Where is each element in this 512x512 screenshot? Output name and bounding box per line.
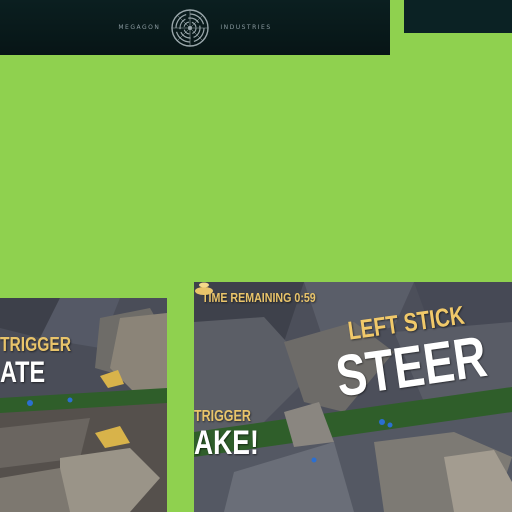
low-poly-terrain-left bbox=[0, 298, 167, 512]
game-screenshot-right: TIME REMAINING 0:59 LEFT STICK STEER TRI… bbox=[194, 282, 512, 512]
game-screenshot-left: TRIGGER ATE bbox=[0, 298, 167, 512]
megagon-industries-banner: MEGAGON INDUSTRIES bbox=[0, 0, 390, 55]
concentric-maze-logo-icon bbox=[171, 8, 210, 47]
controller-stick-icon bbox=[195, 282, 213, 295]
banner-left-word: MEGAGON bbox=[118, 24, 161, 31]
banner-side-panel bbox=[404, 0, 512, 33]
left-action-label: ATE bbox=[0, 356, 46, 389]
right-action-label: AKE! bbox=[194, 424, 259, 462]
banner-right-word: INDUSTRIES bbox=[220, 24, 272, 31]
time-remaining-label: TIME REMAINING 0:59 bbox=[202, 290, 316, 305]
left-trigger-label: TRIGGER bbox=[0, 334, 72, 356]
